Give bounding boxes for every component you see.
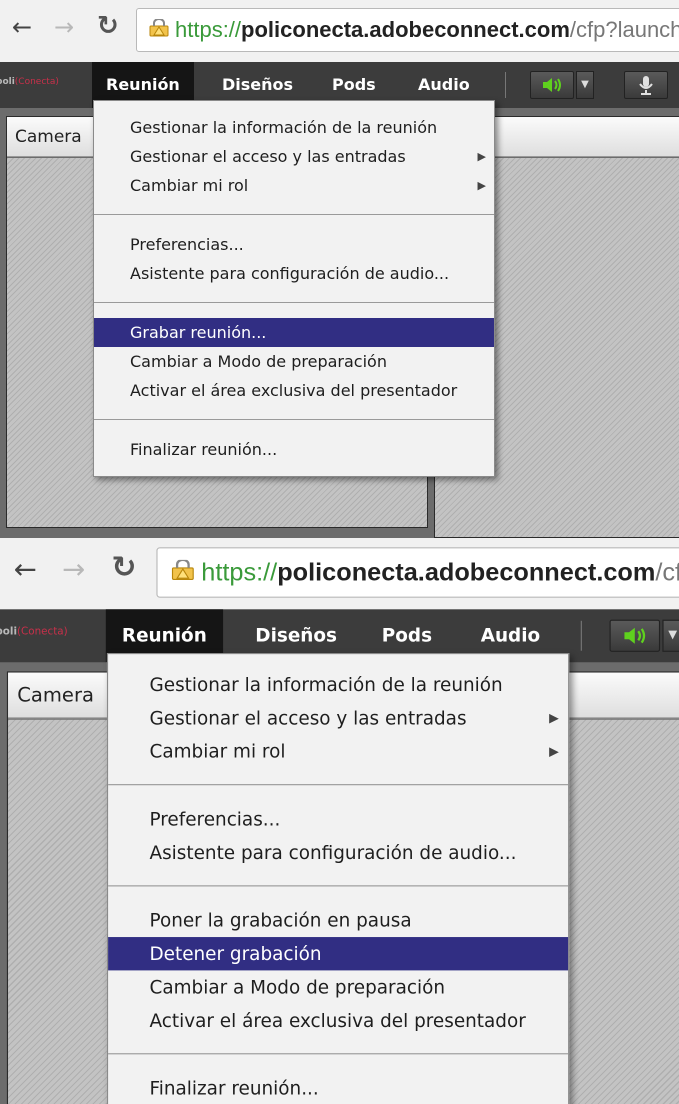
menu-item-label: Finalizar reunión... xyxy=(149,1077,319,1100)
menu-item-presenter-area[interactable]: Activar el área exclusiva del presentado… xyxy=(108,1004,568,1037)
menu-item-change-role[interactable]: Cambiar mi rol ▶ xyxy=(108,735,568,768)
menu-item-record-meeting[interactable]: Grabar reunión... xyxy=(94,318,494,347)
back-arrow-icon[interactable]: ← xyxy=(12,13,32,41)
reunion-dropdown-menu: Gestionar la información de la reunión G… xyxy=(93,100,495,477)
menu-item-label: Preferencias... xyxy=(149,808,281,831)
menu-separator xyxy=(94,302,494,303)
menubar-divider xyxy=(580,620,582,651)
submenu-arrow-icon: ▶ xyxy=(549,710,559,726)
forward-arrow-icon[interactable]: → xyxy=(62,553,85,585)
logo-prefix: poli xyxy=(0,626,18,639)
menu-item-manage-access[interactable]: Gestionar el acceso y las entradas ▶ xyxy=(94,142,494,171)
menu-separator xyxy=(94,214,494,215)
address-bar[interactable]: https://policonecta.adobeconnect.com/cfp… xyxy=(136,8,679,52)
back-arrow-icon[interactable]: ← xyxy=(14,553,37,585)
menu-item-label: Grabar reunión... xyxy=(130,323,267,342)
menu-item-label: Asistente para configuración de audio... xyxy=(130,264,450,283)
reload-icon[interactable]: ↻ xyxy=(97,11,119,41)
menu-item-end-meeting[interactable]: Finalizar reunión... xyxy=(108,1072,568,1104)
logo-prefix: poli xyxy=(0,77,15,87)
microphone-button[interactable] xyxy=(624,71,668,99)
url-path: /cfp?launche xyxy=(569,17,679,42)
app-logo: poli(Conecta) xyxy=(0,77,59,87)
speaker-dropdown-icon[interactable]: ▼ xyxy=(576,71,594,99)
reunion-dropdown-menu: Gestionar la información de la reunión G… xyxy=(106,653,570,1104)
menu-item-label: Poner la grabación en pausa xyxy=(149,909,412,932)
menu-item-preferences[interactable]: Preferencias... xyxy=(94,230,494,259)
menu-separator xyxy=(94,419,494,420)
submenu-arrow-icon: ▶ xyxy=(477,150,486,163)
browser-toolbar: ← → ↻ https://policonecta.adobeconnect.c… xyxy=(0,538,679,610)
menu-item-label: Gestionar el acceso y las entradas xyxy=(130,147,406,166)
menu-item-manage-info[interactable]: Gestionar la información de la reunión xyxy=(94,113,494,142)
speaker-dropdown-icon[interactable]: ▼ xyxy=(662,619,679,652)
logo-brand: (Conecta) xyxy=(14,77,59,87)
menu-item-label: Activar el área exclusiva del presentado… xyxy=(149,1009,526,1032)
url-host: policonecta.adobeconnect.com xyxy=(241,17,570,42)
screenshot-panel-2: ← → ↻ https://policonecta.adobeconnect.c… xyxy=(0,538,679,1104)
warning-lock-icon xyxy=(149,19,169,37)
speaker-icon xyxy=(543,78,561,92)
screenshot-panel-1: ← → ↻ https://policonecta.adobeconnect.c… xyxy=(0,0,679,538)
logo-brand: (Conecta) xyxy=(17,626,68,639)
menu-item-label: Gestionar la información de la reunión xyxy=(149,673,503,696)
speaker-icon xyxy=(624,627,646,644)
menu-item-audio-wizard[interactable]: Asistente para configuración de audio... xyxy=(108,836,568,869)
menubar-divider xyxy=(505,72,506,98)
menu-item-label: Cambiar a Modo de preparación xyxy=(149,976,446,998)
menu-item-label: Detener grabación xyxy=(149,942,322,965)
menu-item-label: Finalizar reunión... xyxy=(130,440,278,459)
menu-item-end-meeting[interactable]: Finalizar reunión... xyxy=(94,435,494,464)
menu-item-label: Asistente para configuración de audio... xyxy=(149,841,517,864)
url-text: https://policonecta.adobeconnect.com/cfp… xyxy=(175,9,679,51)
menu-item-prepare-mode[interactable]: Cambiar a Modo de preparación xyxy=(108,970,568,1003)
menu-item-label: Cambiar a Modo de preparación xyxy=(130,352,387,371)
microphone-icon xyxy=(639,76,653,95)
browser-toolbar: ← → ↻ https://policonecta.adobeconnect.c… xyxy=(0,0,679,62)
menu-item-label: Gestionar el acceso y las entradas xyxy=(149,707,467,729)
url-host: policonecta.adobeconnect.com xyxy=(277,557,656,587)
url-text: https://policonecta.adobeconnect.com/cfp… xyxy=(201,548,679,596)
menu-item-manage-access[interactable]: Gestionar el acceso y las entradas ▶ xyxy=(108,701,568,734)
menu-item-label: Cambiar mi rol xyxy=(149,740,286,763)
menu-item-pause-recording[interactable]: Poner la grabación en pausa xyxy=(108,904,568,937)
submenu-arrow-icon: ▶ xyxy=(477,179,486,192)
url-scheme: https:// xyxy=(175,17,242,42)
url-scheme: https:// xyxy=(201,557,278,587)
app-logo: poli(Conecta) xyxy=(0,627,68,639)
menu-item-manage-info[interactable]: Gestionar la información de la reunión xyxy=(108,668,568,701)
submenu-arrow-icon: ▶ xyxy=(549,743,559,759)
menu-separator xyxy=(108,784,569,786)
menu-item-change-role[interactable]: Cambiar mi rol ▶ xyxy=(94,171,494,200)
menu-item-presenter-area[interactable]: Activar el área exclusiva del presentado… xyxy=(94,376,494,405)
menu-item-label: Cambiar mi rol xyxy=(130,176,249,195)
menu-item-label: Preferencias... xyxy=(130,235,244,254)
menu-item-preferences[interactable]: Preferencias... xyxy=(108,803,568,836)
warning-lock-icon xyxy=(171,559,194,580)
speaker-button[interactable] xyxy=(530,71,574,99)
menu-item-label: Activar el área exclusiva del presentado… xyxy=(130,381,458,400)
url-path: /cfp?la xyxy=(655,557,679,587)
speaker-button[interactable] xyxy=(609,619,661,652)
menu-separator xyxy=(108,1053,569,1055)
address-bar[interactable]: https://policonecta.adobeconnect.com/cfp… xyxy=(156,547,679,598)
forward-arrow-icon[interactable]: → xyxy=(54,13,74,41)
reload-icon[interactable]: ↻ xyxy=(112,551,137,586)
menu-item-prepare-mode[interactable]: Cambiar a Modo de preparación xyxy=(94,347,494,376)
menu-item-audio-wizard[interactable]: Asistente para configuración de audio... xyxy=(94,259,494,288)
menu-item-label: Gestionar la información de la reunión xyxy=(130,118,438,137)
menu-item-stop-recording[interactable]: Detener grabación xyxy=(108,937,569,971)
menu-separator xyxy=(108,885,569,887)
